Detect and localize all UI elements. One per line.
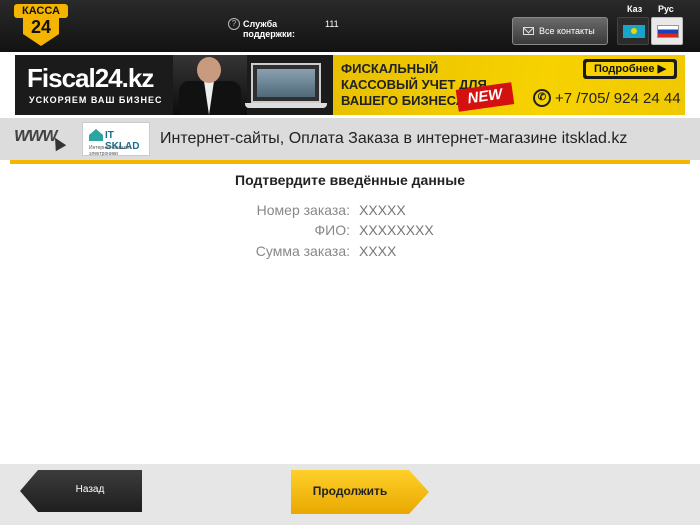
banner-promo-area: ФИСКАЛЬНЫЙ КАССОВЫЙ УЧЕТ ДЛЯ ВАШЕГО БИЗН…: [333, 55, 685, 115]
itsklad-logo: IT SKLAD Интернет-магазин электроники: [82, 122, 150, 157]
full-name-value: XXXXXXXX: [359, 222, 434, 238]
logo-number: 24: [30, 17, 52, 37]
house-icon: [89, 129, 103, 141]
logo-top-text: КАССА: [14, 4, 68, 18]
fiscal24-banner[interactable]: Fiscal24.kz УСКОРЯЕМ ВАШ БИЗНЕС ФИСКАЛЬН…: [15, 55, 685, 115]
mail-icon: [523, 27, 534, 35]
continue-button-label: Продолжить: [312, 484, 388, 498]
all-contacts-label: Все контакты: [539, 26, 595, 36]
laptop-base: [245, 103, 327, 108]
lang-russian-flag-button[interactable]: [651, 17, 683, 45]
lang-kazakh-flag-button[interactable]: [617, 17, 649, 45]
continue-button[interactable]: Продолжить: [291, 470, 429, 514]
support-number: 111: [325, 19, 339, 29]
russia-flag-icon: [657, 25, 679, 38]
order-amount-value: XXXX: [359, 243, 397, 259]
order-number-label: Номер заказа:: [256, 202, 350, 218]
www-icon: WWW: [13, 126, 70, 152]
support-label: Служба поддержки:: [243, 19, 296, 39]
service-title: Интернет-сайты, Оплата Заказа в интернет…: [160, 130, 628, 147]
head-shape: [197, 57, 221, 83]
flag-sun-icon: [631, 28, 637, 34]
order-amount-label: Сумма заказа:: [255, 243, 350, 259]
laptop-image: [245, 63, 327, 111]
businessman-image: [173, 55, 247, 115]
back-button[interactable]: Назад: [20, 470, 142, 512]
kazakhstan-flag-icon: [623, 25, 645, 38]
all-contacts-button[interactable]: Все контакты: [512, 17, 608, 45]
more-button-label: Подробнее ▶: [586, 62, 674, 76]
banner-brand: Fiscal24.kz: [27, 63, 154, 93]
kassa24-logo: КАССА 24: [14, 4, 68, 48]
lang-kaz-label: Каз: [627, 4, 643, 14]
help-icon: ?: [228, 18, 240, 30]
lang-rus-label: Рус: [658, 4, 674, 14]
banner-slogan: УСКОРЯЕМ ВАШ БИЗНЕС: [29, 95, 163, 105]
banner-phone: +7 /705/ 924 24 44: [555, 90, 681, 107]
laptop-screen: [251, 63, 321, 103]
itsklad-logo-tag: Интернет-магазин электроники: [89, 145, 131, 157]
confirm-title: Подтвердите введённые данные: [235, 172, 465, 188]
phone-icon: ✆: [533, 89, 551, 107]
more-button[interactable]: Подробнее ▶: [583, 59, 677, 79]
full-name-label: ФИО:: [314, 222, 351, 238]
confirm-panel: [10, 164, 690, 464]
back-button-label: Назад: [75, 484, 105, 495]
order-number-value: XXXXX: [359, 202, 406, 218]
